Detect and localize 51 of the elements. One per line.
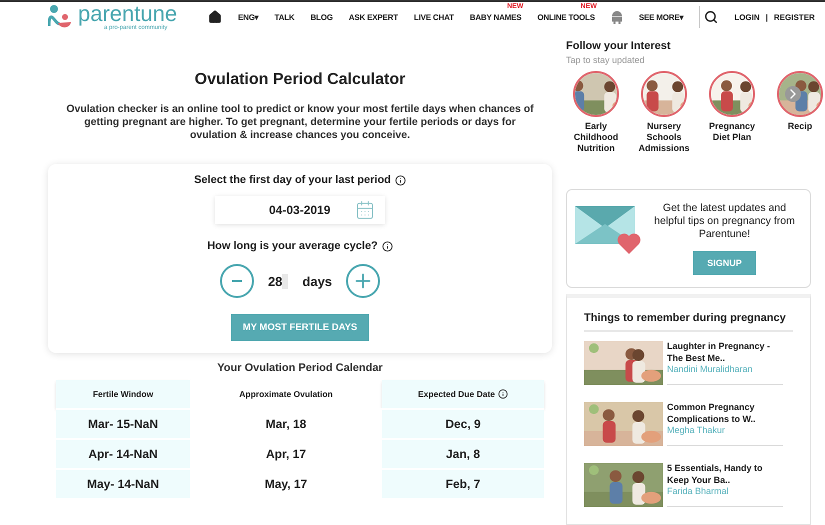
table-cell: Jan, 8 [382,438,544,468]
nav-link[interactable]: SEE MORE▾ [638,12,684,22]
article-author: Megha Thakur [667,425,726,436]
info-icon[interactable] [394,174,406,186]
column-header: Expected Due Date [382,380,544,408]
days-unit: days [302,274,332,289]
table-cell: Feb, 7 [382,468,544,498]
info-icon[interactable] [498,389,508,400]
info-icon[interactable] [382,240,393,252]
description-text: Ovulation checker is an online tool to predict or know your most fertile days when chances of getting pregnant are higher. To get pregnant, determine your fertile periods or days for ovulation & increase chances you conceive. [65,102,535,142]
minus-icon [232,280,242,282]
article-author: Farida Bharmal [667,486,730,496]
table-cell: May- 14-NaN [56,468,190,498]
logo-icon [48,4,72,30]
separator-text: | [766,12,768,22]
table-cell: Mar- 15-NaN [56,408,190,438]
decrease-button[interactable] [220,264,254,298]
nav-link[interactable]: ENG▾ [238,12,259,22]
table-cell: Apr- 14-NaN [56,438,190,468]
newsletter-text: Get the latest updates and helpful tips on pregnancy from Parentune! [653,202,796,241]
cycle-input[interactable]: 28 [268,274,288,289]
nav-link[interactable]: ONLINE TOOLS [537,12,595,22]
nav-link[interactable]: ASK EXPERT [348,12,398,22]
page-title: Ovulation Period Calculator [194,70,406,89]
article-link[interactable]: Laughter in Pregnancy - The Best Me.. [667,341,783,364]
article-link[interactable]: Common Pregnancy Complications to W.. [667,402,783,426]
interest-item[interactable]: Early Childhood Nutrition [566,70,626,155]
articles-title: Things to remember during pregnancy [584,312,793,332]
interest-item[interactable]: Nursery Schools Admissions [634,70,694,155]
login-link[interactable]: LOGIN [734,12,760,22]
android-icon[interactable] [610,10,623,24]
interest-item[interactable]: Recip [770,70,825,155]
cycle-label: How long is your average cycle? [207,240,378,252]
nav-link[interactable]: BABY NAMES [470,12,522,22]
interest-title: Follow your Interest [566,40,672,52]
date-field[interactable]: 04-03-2019 [215,196,385,224]
article-link[interactable]: 5 Essentials, Handy to Keep Your Ba.. [667,463,783,486]
nav-link[interactable]: BLOG [310,12,333,22]
interest-item[interactable]: Pregnancy Diet Plan [702,70,762,155]
nav-link[interactable]: LIVE CHAT [414,12,454,22]
search-icon[interactable] [704,10,718,24]
column-header: Fertile Window [56,380,190,408]
article-author: Nandini Muralidharan [667,364,754,374]
interest-subtitle: Tap to stay updated [566,54,646,65]
register-link[interactable]: REGISTER [774,12,815,22]
nav-link[interactable]: TALK [274,12,294,22]
increase-button[interactable] [346,264,380,298]
table-cell: Dec, 9 [382,408,544,438]
home-icon[interactable] [208,10,222,24]
date-label: Select the first day of your last period [194,174,391,186]
calendar-title: Your Ovulation Period Calendar [217,362,383,374]
